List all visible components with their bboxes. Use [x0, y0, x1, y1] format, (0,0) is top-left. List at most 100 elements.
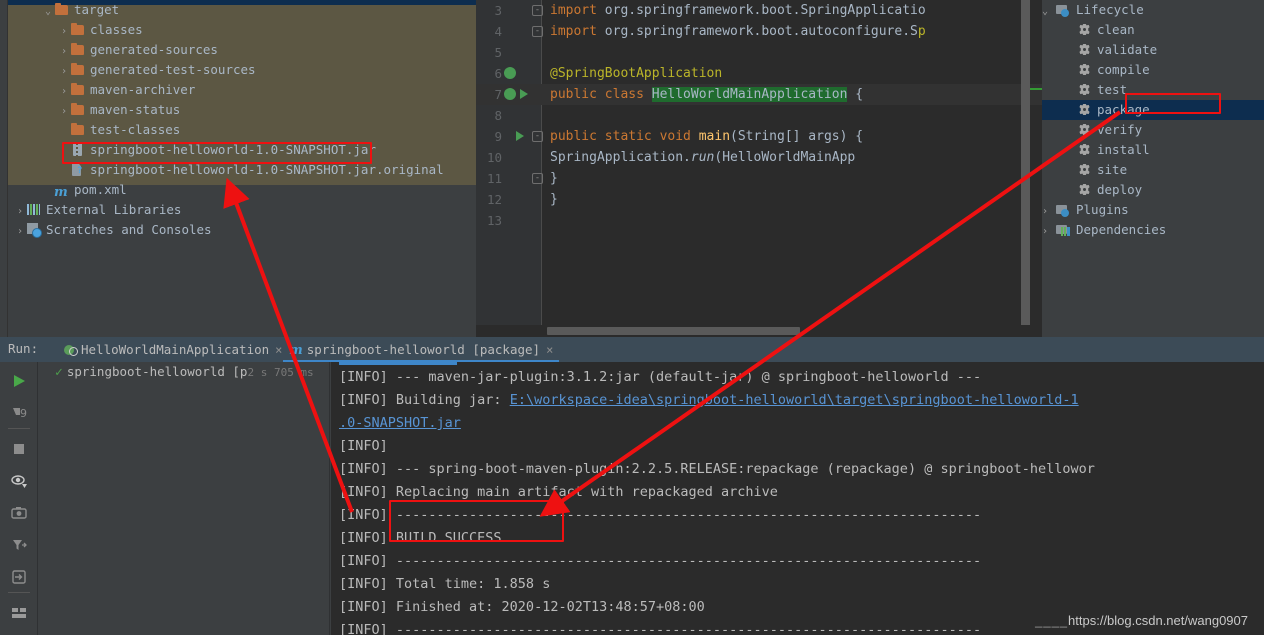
spring-bean-icon[interactable] — [504, 67, 516, 79]
tree-row[interactable]: ⌄ target — [8, 0, 476, 20]
rerun-button[interactable] — [0, 364, 38, 396]
run-toolbar[interactable]: 9 — [0, 362, 38, 635]
tree-row[interactable]: › External Libraries — [8, 200, 476, 220]
maven-row-deploy[interactable]: deploy — [1042, 180, 1264, 200]
chevron-icon[interactable]: › — [58, 102, 70, 122]
run-gutter-icon[interactable] — [520, 89, 528, 99]
chevron-icon[interactable]: › — [1042, 202, 1056, 222]
maven-row-install[interactable]: install — [1042, 140, 1264, 160]
editor-line[interactable]: 12} — [476, 189, 1042, 210]
chevron-icon[interactable]: ⌄ — [42, 2, 54, 22]
editor-line[interactable]: 4 - import org.springframework.boot.autoco… — [476, 21, 1042, 42]
toggle-visibility-button[interactable] — [0, 464, 38, 496]
run-tab-bar[interactable]: Run: HelloWorldMainApplication × m springb… — [0, 337, 1264, 362]
run-result-tree[interactable]: ✓ springboot-helloworld [p2 s 705 ms — [39, 362, 330, 635]
maven-tool-window[interactable]: ⌄ Lifecycle clean validate compile test packag… — [1042, 0, 1264, 337]
editor-line[interactable]: 13 — [476, 210, 1042, 231]
tree-row[interactable]: › generated-sources — [8, 40, 476, 60]
project-tree-panel[interactable]: ⌄ target › classes › generated-sources › genera… — [0, 0, 476, 337]
code-token: main — [698, 129, 731, 144]
chevron-icon[interactable]: › — [58, 42, 70, 62]
tree-row[interactable]: springboot-helloworld-1.0-SNAPSHOT.jar — [8, 140, 476, 160]
fold-toggle-icon[interactable]: - — [532, 5, 543, 16]
code-token: (String[] args) { — [730, 129, 864, 144]
tree-row-label: generated-test-sources — [90, 62, 256, 77]
editor-code: public class HelloWorldMainApplication { — [550, 84, 863, 105]
tree-row[interactable]: › classes — [8, 20, 476, 40]
tree-row[interactable]: › generated-test-sources — [8, 60, 476, 80]
editor-horizontal-scrollbar-thumb[interactable] — [547, 327, 800, 335]
layout-button[interactable] — [0, 596, 38, 628]
editor-line[interactable]: 7 public class HelloWorldMainApplication … — [476, 84, 1042, 105]
maven-row-clean[interactable]: clean — [1042, 20, 1264, 40]
project-panel-left-strip — [0, 0, 8, 337]
chevron-icon[interactable]: › — [14, 222, 26, 242]
maven-row-verify[interactable]: verify — [1042, 120, 1264, 140]
rerun-failed-tests-button[interactable]: 9 — [0, 396, 38, 428]
maven-row-plugins[interactable]: › Plugins — [1042, 200, 1264, 220]
tree-row-label: springboot-helloworld-1.0-SNAPSHOT.jar — [90, 142, 376, 157]
editor-code: @SpringBootApplication — [550, 63, 722, 84]
run-tab-helloworldmainapplication[interactable]: HelloWorldMainApplication × — [58, 337, 288, 362]
editor-line[interactable]: 11 - } — [476, 168, 1042, 189]
tree-row[interactable]: springboot-helloworld-1.0-SNAPSHOT.jar.o… — [8, 160, 476, 180]
run-tree-row[interactable]: ✓ springboot-helloworld [p2 s 705 ms — [39, 362, 329, 382]
editor-line[interactable]: 8 — [476, 105, 1042, 126]
console-line: [INFO] ---------------------------------… — [331, 504, 1264, 527]
chevron-icon[interactable]: › — [1042, 222, 1056, 242]
filter-button[interactable] — [0, 528, 38, 560]
editor-lines[interactable]: 3- import org.springframework.boot.Spring… — [476, 0, 1042, 231]
maven-row-label: deploy — [1097, 182, 1143, 197]
spring-bean-icon[interactable] — [504, 88, 516, 100]
maven-row-validate[interactable]: validate — [1042, 40, 1264, 60]
tree-row[interactable]: m pom.xml — [8, 180, 476, 200]
console-file-link[interactable]: E:\workspace-idea\springboot-helloworld\… — [510, 392, 1079, 408]
fold-toggle-icon[interactable]: - — [532, 26, 543, 37]
maven-row-test[interactable]: test — [1042, 80, 1264, 100]
chevron-icon[interactable]: › — [58, 82, 70, 102]
editor-line[interactable]: 6 @SpringBootApplication — [476, 63, 1042, 84]
close-icon[interactable]: × — [546, 343, 553, 357]
maven-row-dependencies[interactable]: › Dependencies — [1042, 220, 1264, 240]
toolbar-separator-2 — [8, 592, 30, 593]
tree-row-label: maven-status — [90, 102, 181, 117]
editor-line[interactable]: 9 - public static void main(String[] args… — [476, 126, 1042, 147]
export-test-results-button[interactable] — [0, 496, 38, 528]
project-tree-rows[interactable]: ⌄ target › classes › generated-sources › genera… — [8, 0, 476, 240]
console-file-link[interactable]: .0-SNAPSHOT.jar — [339, 415, 461, 431]
fold-toggle-icon[interactable]: - — [532, 173, 543, 184]
jar-original-icon — [70, 163, 86, 176]
code-editor[interactable]: 3- import org.springframework.boot.Spring… — [476, 0, 1042, 337]
maven-row-compile[interactable]: compile — [1042, 60, 1264, 80]
run-tree-duration: 2 s 705 ms — [247, 366, 314, 379]
maven-m-icon: m — [54, 185, 68, 200]
tree-row[interactable]: › Scratches and Consoles — [8, 220, 476, 240]
editor-vertical-scrollbar[interactable] — [1021, 0, 1030, 325]
stop-button[interactable] — [0, 432, 38, 464]
watermark-url: https://blog.csdn.net/wang0907 — [1068, 613, 1248, 628]
console-output[interactable]: [INFO] --- maven-jar-plugin:3.1.2:jar (d… — [331, 362, 1264, 635]
editor-line[interactable]: 3 - import org.springframework.boot.Spring… — [476, 0, 1042, 21]
tree-row[interactable]: test-classes — [8, 120, 476, 140]
maven-tree-rows[interactable]: ⌄ Lifecycle clean validate compile test packag… — [1042, 0, 1264, 240]
chevron-icon[interactable]: › — [14, 202, 26, 222]
maven-row-label: clean — [1097, 22, 1135, 37]
editor-line[interactable]: 5 — [476, 42, 1042, 63]
maven-row-site[interactable]: site — [1042, 160, 1264, 180]
chevron-icon[interactable]: › — [58, 62, 70, 82]
tree-row[interactable]: › maven-archiver — [8, 80, 476, 100]
scroll-to-source-button[interactable] — [0, 560, 38, 592]
run-gutter-icon[interactable] — [516, 131, 524, 141]
run-tab-springboot-helloworld-package[interactable]: m springboot-helloworld [package] × — [283, 337, 560, 362]
close-icon[interactable]: × — [275, 343, 282, 357]
maven-row-lifecycle[interactable]: ⌄ Lifecycle — [1042, 0, 1264, 20]
chevron-icon[interactable]: › — [58, 22, 70, 42]
maven-row-package[interactable]: package — [1042, 100, 1264, 120]
editor-line[interactable]: 10 SpringApplication.run(HelloWorldMainA… — [476, 147, 1042, 168]
tree-row[interactable]: › maven-status — [8, 100, 476, 120]
maven-folder-icon — [1056, 204, 1071, 217]
console-text: [INFO] ---------------------------------… — [339, 553, 982, 569]
pin-tab-button[interactable] — [0, 628, 38, 635]
chevron-icon[interactable]: ⌄ — [1042, 2, 1056, 22]
fold-toggle-icon[interactable]: - — [532, 131, 543, 142]
